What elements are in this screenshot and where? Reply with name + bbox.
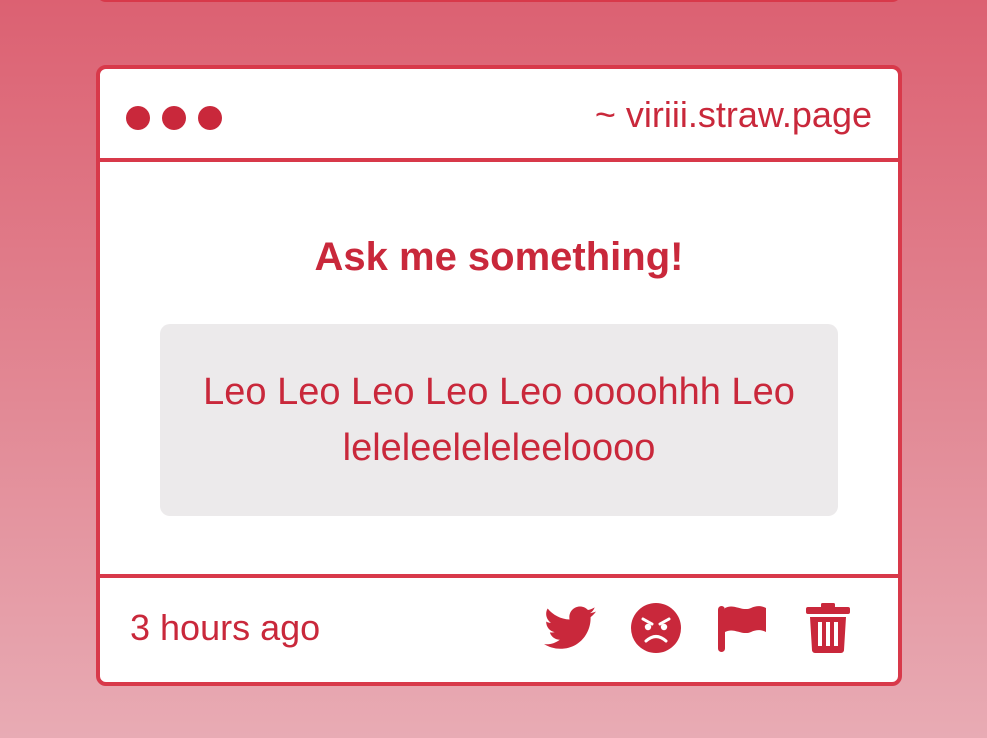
window-dots: [126, 106, 222, 130]
card-footer: 3 hours ago: [100, 578, 898, 682]
previous-card-edge: [96, 0, 902, 2]
message-text: Leo Leo Leo Leo Leo oooohhh Leo leleleel…: [203, 371, 795, 469]
react-angry-button[interactable]: [630, 602, 682, 654]
message-box: Leo Leo Leo Leo Leo oooohhh Leo leleleel…: [160, 324, 838, 516]
share-twitter-button[interactable]: [544, 602, 596, 654]
page-url[interactable]: ~ viriii.straw.page: [595, 93, 872, 137]
card-content: Ask me something! Leo Leo Leo Leo Leo oo…: [100, 162, 898, 578]
delete-button[interactable]: [802, 602, 854, 654]
timestamp: 3 hours ago: [130, 607, 321, 648]
window-dot-icon: [162, 106, 186, 130]
angry-face-icon: [631, 603, 681, 653]
window-titlebar: ~ viriii.straw.page: [100, 69, 898, 162]
twitter-icon: [544, 606, 596, 649]
trash-icon: [806, 603, 850, 653]
question-card: ~ viriii.straw.page Ask me something! Le…: [96, 65, 902, 686]
report-button[interactable]: [716, 602, 768, 654]
window-dot-icon: [126, 106, 150, 130]
action-bar: [544, 602, 854, 654]
prompt-heading: Ask me something!: [314, 235, 684, 279]
window-dot-icon: [198, 106, 222, 130]
flag-icon: [718, 606, 766, 652]
